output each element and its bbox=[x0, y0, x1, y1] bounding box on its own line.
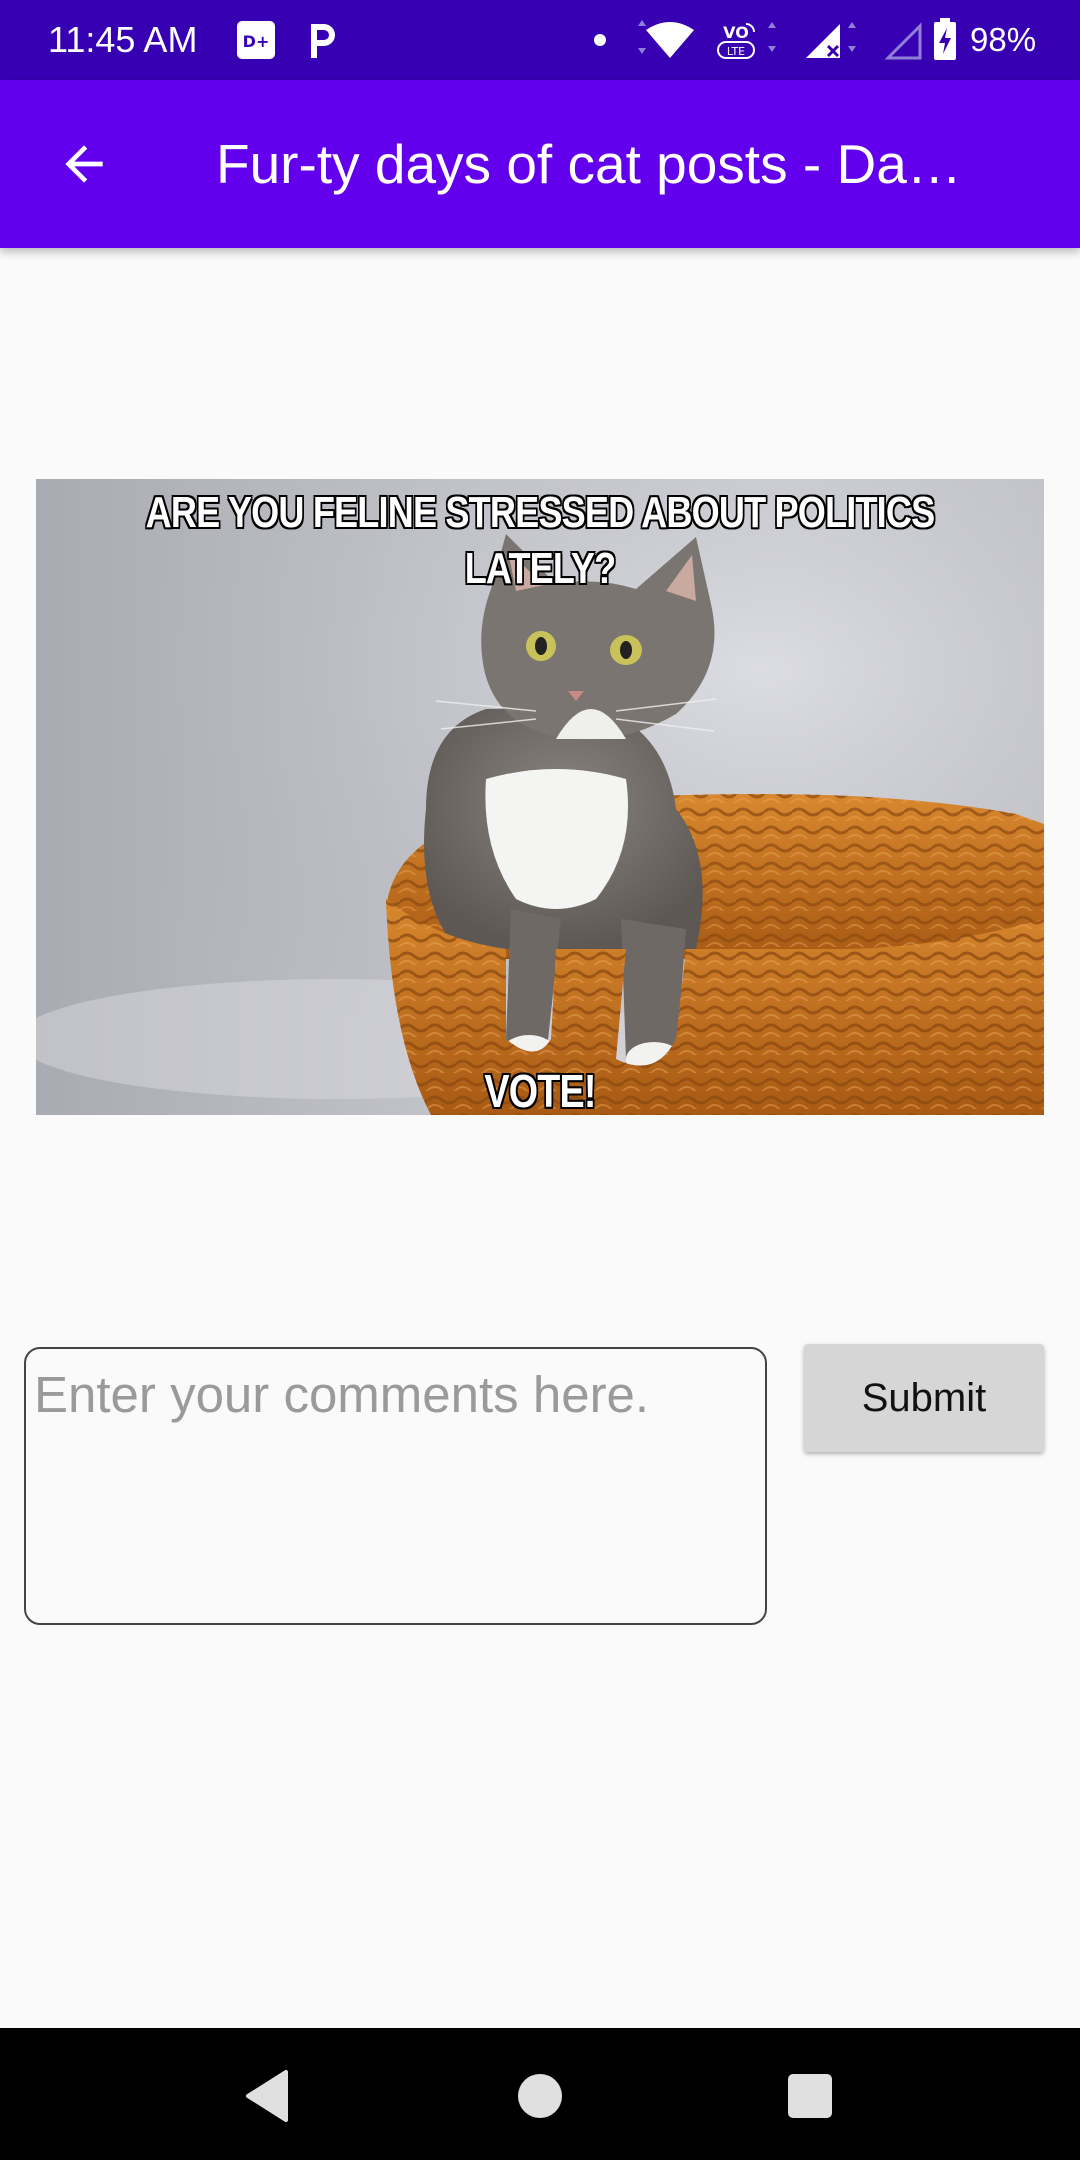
battery-charging-icon bbox=[934, 18, 956, 60]
signal-icon bbox=[806, 22, 856, 58]
back-triangle-icon bbox=[246, 2070, 288, 2122]
page-title: Fur-ty days of cat posts - Da… bbox=[216, 133, 962, 195]
meme-top-text: ARE YOU FELINE STRESSED ABOUT POLITICS L… bbox=[145, 488, 936, 593]
nav-recents-button[interactable] bbox=[762, 2048, 858, 2144]
status-bar: 11:45 AM D+ VO LTE 98% bbox=[0, 0, 1080, 80]
signal-empty-icon bbox=[884, 22, 922, 60]
svg-text:LTE: LTE bbox=[727, 45, 745, 58]
nav-home-button[interactable] bbox=[492, 2048, 588, 2144]
svg-text:D+: D+ bbox=[243, 32, 270, 51]
battery-percent: 98% bbox=[970, 21, 1037, 58]
system-nav-bar bbox=[0, 2028, 1080, 2160]
svg-text:VO: VO bbox=[723, 23, 749, 42]
arrow-back-icon bbox=[65, 145, 103, 183]
disney-plus-icon: D+ bbox=[237, 21, 275, 59]
notification-dot-icon bbox=[594, 34, 606, 46]
comment-input[interactable] bbox=[24, 1347, 767, 1625]
submit-button[interactable]: Submit bbox=[804, 1344, 1044, 1452]
cat-meme-image: ARE YOU FELINE STRESSED ABOUT POLITICS L… bbox=[36, 479, 1044, 1115]
nav-back-button[interactable] bbox=[220, 2048, 316, 2144]
wifi-icon bbox=[638, 20, 694, 58]
status-time: 11:45 AM bbox=[48, 19, 198, 60]
meme-bottom-text: VOTE! bbox=[484, 1065, 596, 1115]
home-circle-icon bbox=[518, 2074, 562, 2118]
volte-icon: VO LTE bbox=[717, 22, 776, 59]
recents-square-icon bbox=[788, 2074, 832, 2118]
app-bar: Fur-ty days of cat posts - Da… bbox=[0, 80, 1080, 248]
back-button[interactable] bbox=[44, 124, 124, 204]
p-app-icon bbox=[311, 24, 335, 58]
